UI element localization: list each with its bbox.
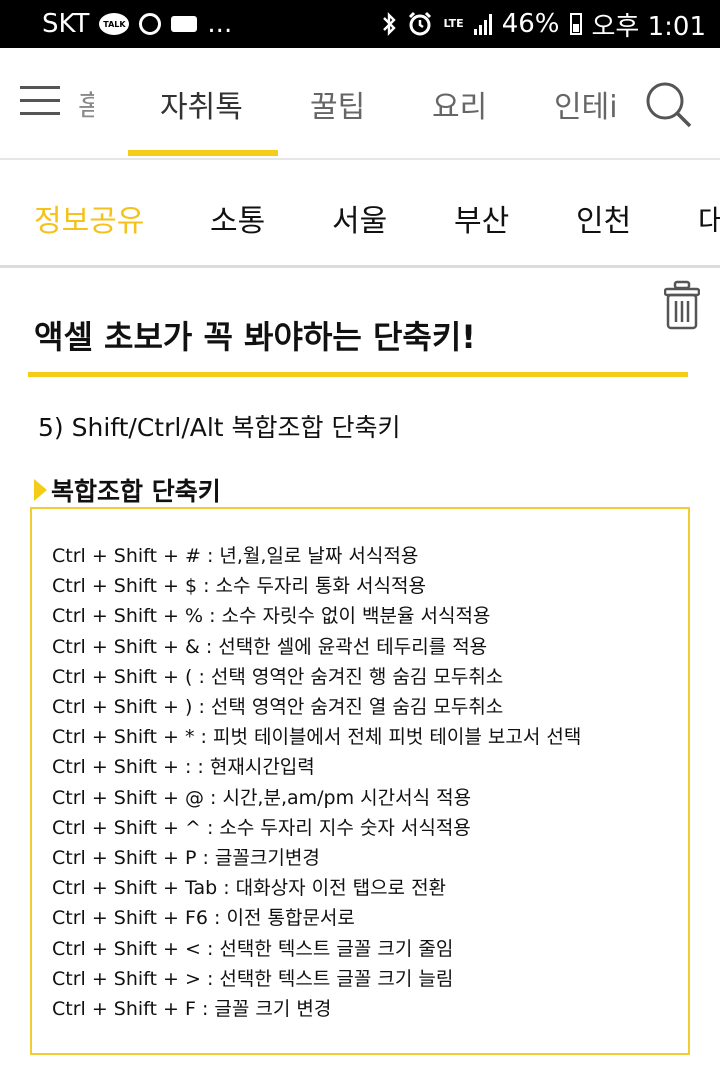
shortcut-row: Ctrl + Shift + # : 년,월,일로 날짜 서식적용	[52, 545, 419, 567]
shortcut-row: Ctrl + Shift + $ : 소수 두자리 통화 서식적용	[52, 575, 426, 598]
nav-tab-interior[interactable]: 인테i	[554, 82, 618, 126]
shortcut-row: Ctrl + Shift + * : 피벗 테이블에서 전체 피벗 테이블 보고…	[52, 726, 582, 749]
more-notifications: ...	[207, 9, 233, 39]
battery-icon	[569, 13, 582, 35]
status-bar: SKT TALK ... LTE 46% 오후 1:01	[0, 0, 720, 48]
status-left: SKT TALK ...	[42, 9, 232, 39]
category-bar: 정보공유 소통 서울 부산 인천 대	[0, 158, 720, 268]
shortcut-row: Ctrl + Shift + % : 소수 자릿수 없이 백분율 서식적용	[52, 605, 491, 628]
shortcut-row: Ctrl + Shift + ) : 선택 영역안 숨겨진 열 숨김 모두취소	[52, 696, 504, 719]
signal-icon	[473, 13, 492, 35]
shortcut-row: Ctrl + Shift + ( : 선택 영역안 숨겨진 행 숨김 모두취소	[52, 665, 504, 688]
active-tab-indicator	[128, 150, 278, 156]
category-busan[interactable]: 부산	[454, 196, 509, 240]
network-type: LTE	[443, 17, 464, 30]
section-heading: 5) Shift/Ctrl/Alt 복합조합 단축키	[38, 413, 401, 442]
sub-heading: 복합조합 단축키	[34, 472, 221, 508]
clock: 오후 1:01	[591, 11, 707, 42]
video-icon	[171, 16, 198, 32]
trash-icon[interactable]	[663, 280, 701, 330]
nav-tab-previous[interactable]: 홈	[78, 84, 94, 124]
top-nav: 홈 자취톡 꿀팁 요리 인테i	[0, 48, 720, 158]
post-title: 액셀 초보가 꼭 봐야하는 단축키!	[34, 318, 476, 356]
shortcut-row: Ctrl + Shift + F : 글꼴 크기 변경	[52, 998, 332, 1021]
shortcut-row: Ctrl + Shift + : : 현재시간입력	[52, 756, 315, 779]
nav-tab-jachwitalk[interactable]: 자취톡	[160, 82, 243, 126]
record-icon	[139, 13, 162, 35]
shortcut-row: Ctrl + Shift + Tab : 대화상자 이전 탭으로 전환	[52, 877, 447, 900]
nav-tab-cooking[interactable]: 요리	[432, 82, 487, 126]
shortcut-row: Ctrl + Shift + < : 선택한 텍스트 글꼴 크기 줄임	[52, 937, 454, 960]
shortcut-row: Ctrl + Shift + F6 : 이전 통합문서로	[52, 907, 355, 930]
kakaotalk-icon: TALK	[99, 13, 130, 35]
shortcut-row: Ctrl + Shift + ^ : 소수 두자리 지수 숫자 서식적용	[52, 816, 471, 839]
bullet-arrow-icon	[34, 479, 47, 501]
bluetooth-icon	[381, 12, 397, 36]
shortcut-list-box: Ctrl + Shift + # : 년,월,일로 날짜 서식적용 Ctrl +…	[30, 507, 690, 1055]
alarm-icon	[407, 11, 433, 37]
sub-heading-text: 복합조합 단축키	[51, 477, 221, 506]
title-divider	[28, 372, 688, 377]
post-content: 액셀 초보가 꼭 봐야하는 단축키! 5) Shift/Ctrl/Alt 복합조…	[0, 268, 720, 1080]
battery-percent: 46%	[501, 9, 560, 39]
shortcut-row: Ctrl + Shift + > : 선택한 텍스트 글꼴 크기 늘림	[52, 967, 454, 990]
carrier-label: SKT	[42, 9, 90, 39]
category-seoul[interactable]: 서울	[332, 196, 387, 240]
search-icon[interactable]	[644, 80, 694, 130]
category-incheon[interactable]: 인천	[576, 196, 631, 240]
status-right: LTE 46% 오후 1:01	[381, 6, 706, 43]
shortcut-row: Ctrl + Shift + P : 글꼴크기변경	[52, 847, 320, 870]
category-communication[interactable]: 소통	[210, 196, 265, 240]
category-info-share[interactable]: 정보공유	[34, 196, 144, 240]
shortcut-row: Ctrl + Shift + @ : 시간,분,am/pm 시간서식 적용	[52, 786, 472, 809]
category-daegu[interactable]: 대	[698, 196, 720, 240]
nav-tab-tips[interactable]: 꿀팁	[310, 82, 365, 126]
shortcut-row: Ctrl + Shift + & : 선택한 셀에 윤곽선 테두리를 적용	[52, 635, 488, 658]
hamburger-menu-icon[interactable]	[20, 86, 60, 116]
